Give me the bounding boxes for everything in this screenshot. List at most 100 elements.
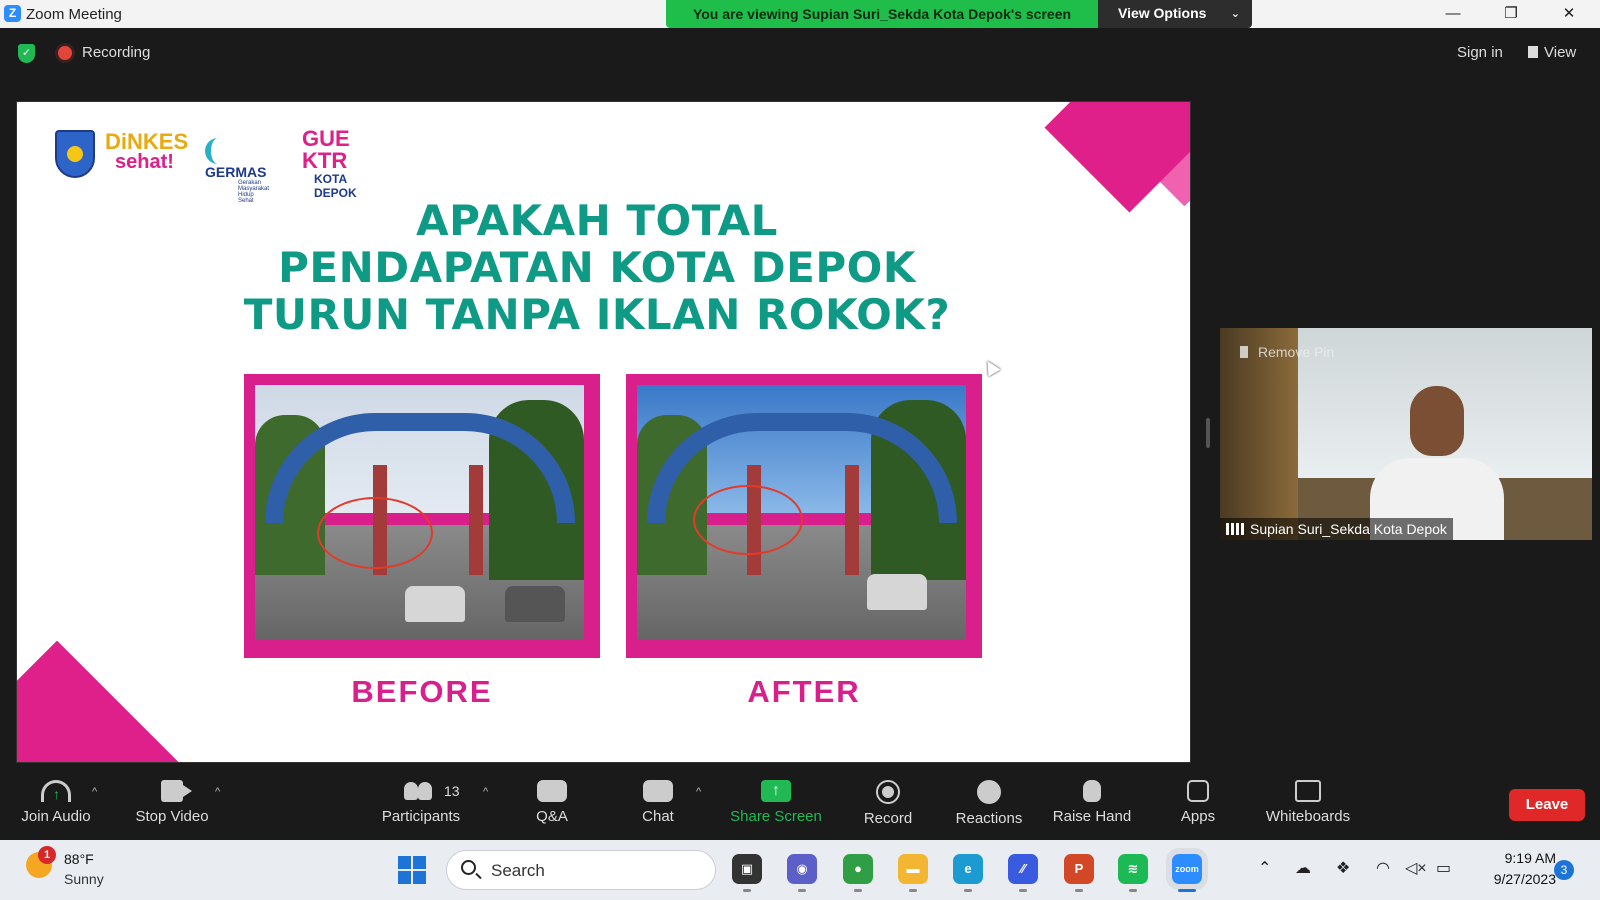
share-screen-icon: ↑ (761, 780, 791, 802)
shield-icon[interactable]: ✓ (18, 44, 35, 63)
taskbar-app-powerpoint[interactable]: P (1064, 854, 1094, 892)
onedrive-cloud-icon[interactable]: ☁ (1295, 858, 1311, 878)
video-options-caret[interactable]: ^ (215, 786, 220, 798)
weather-badge: 1 (38, 846, 56, 864)
taskbar-app-file-explorer[interactable]: ▬ (898, 854, 928, 892)
meet-icon: ◉ (796, 861, 808, 876)
taskbar-app-spotify[interactable]: ≋ (1118, 854, 1148, 892)
chevron-up-icon[interactable]: ⌃ (1258, 858, 1271, 878)
layout-icon (1528, 46, 1538, 58)
before-photo (244, 374, 600, 658)
slide-title-line: PENDAPATAN KOTA DEPOK (278, 243, 916, 292)
leave-button[interactable]: Leave (1509, 789, 1585, 821)
decor-corner (1044, 102, 1190, 213)
powerpoint-icon: P (1074, 861, 1084, 876)
clock-date[interactable]: 9/27/2023 (1466, 871, 1556, 887)
view-options-button[interactable]: View Options ⌄ (1098, 0, 1252, 28)
running-indicator (743, 889, 751, 892)
view-button[interactable]: View (1528, 44, 1576, 61)
panel-resize-handle[interactable] (1206, 418, 1210, 448)
notification-badge[interactable]: 3 (1554, 860, 1574, 880)
view-options-label: View Options (1118, 5, 1207, 21)
shared-screen-slide: DiNKES sehat! GERMAS Gerakan Masyarakat … (16, 101, 1191, 763)
participant-video (1362, 386, 1512, 540)
taskbar-app-meet[interactable]: ◉ (787, 854, 817, 892)
task-view-icon: ▣ (740, 861, 754, 876)
after-photo (626, 374, 982, 658)
minimize-button[interactable]: — (1430, 2, 1476, 26)
recording-icon[interactable] (58, 46, 72, 60)
wifi-icon[interactable]: ◠ (1376, 858, 1390, 878)
qa-icon (537, 780, 567, 802)
running-indicator (1075, 889, 1083, 892)
meeting-toolbar: Join Audio ^ Stop Video ^ Participants 1… (0, 772, 1600, 840)
taskbar-search-box[interactable]: Search (446, 850, 716, 890)
decor-corner (17, 640, 199, 762)
remove-pin-button[interactable]: Remove Pin (1240, 344, 1334, 360)
join-audio-button[interactable]: Join Audio (18, 772, 94, 825)
kota-depok-seal-logo (55, 130, 95, 178)
edge-icon: e (964, 861, 972, 876)
participants-count: 13 (444, 783, 460, 799)
battery-icon[interactable]: ▭ (1436, 858, 1451, 878)
zoom-logo-icon: Z (4, 5, 21, 22)
taskbar-app-edge[interactable]: e (953, 854, 983, 892)
taskbar-app-chrome[interactable]: ● (843, 854, 873, 892)
share-screen-button[interactable]: ↑ Share Screen (730, 772, 822, 825)
windows-start-button[interactable] (398, 856, 426, 884)
record-button[interactable]: Record (861, 772, 915, 827)
highlight-circle (317, 497, 433, 569)
record-icon (876, 780, 900, 804)
speaker-muted-icon[interactable]: ◁× (1405, 858, 1427, 878)
running-indicator (1019, 889, 1027, 892)
dropbox-icon[interactable]: ❖ (1336, 858, 1350, 878)
clock-time[interactable]: 9:19 AM (1478, 850, 1556, 866)
search-icon (461, 860, 476, 875)
window-title-bar: Z Zoom Meeting You are viewing Supian Su… (0, 0, 1600, 28)
audio-options-caret[interactable]: ^ (92, 786, 97, 798)
mouse-pointer-icon (981, 357, 1001, 377)
apps-button[interactable]: Apps (1176, 772, 1220, 825)
weather-condition[interactable]: Sunny (64, 871, 104, 887)
after-caption: AFTER (747, 674, 861, 709)
taskbar-app-task-view[interactable]: ▣ (732, 854, 762, 892)
gue-ktr-logo: GUE KTR KOTA DEPOK (302, 126, 357, 201)
running-indicator (1178, 889, 1196, 892)
view-label: View (1544, 44, 1577, 61)
running-indicator (964, 889, 972, 892)
sign-in-link[interactable]: Sign in (1457, 44, 1503, 61)
raise-hand-button[interactable]: Raise Hand (1052, 772, 1132, 825)
running-indicator (909, 889, 917, 892)
taskbar-app-zoom[interactable]: zoom (1172, 854, 1202, 892)
hand-icon (1083, 780, 1101, 802)
search-placeholder: Search (491, 861, 545, 880)
whiteboards-button[interactable]: Whiteboards (1262, 772, 1354, 825)
spotify-icon: ≋ (1127, 861, 1139, 876)
chat-button[interactable]: Chat (636, 772, 680, 825)
highlight-circle (693, 485, 803, 555)
weather-temperature[interactable]: 88°F (64, 851, 94, 867)
participant-video-tile[interactable]: Remove Pin Supian Suri_Sekda Kota Depok (1220, 328, 1592, 540)
recording-label: Recording (82, 44, 151, 61)
participants-options-caret[interactable]: ^ (483, 786, 488, 798)
close-button[interactable]: ✕ (1546, 2, 1592, 26)
stop-video-button[interactable]: Stop Video (132, 772, 212, 825)
before-caption: BEFORE (351, 674, 493, 709)
qa-button[interactable]: Q&A (528, 772, 576, 825)
apps-icon (1187, 780, 1209, 802)
slide-title-line: APAKAH TOTAL (416, 196, 778, 245)
participants-icon (404, 780, 434, 802)
slide-title: APAKAH TOTAL PENDAPATAN KOTA DEPOK TURUN… (217, 197, 977, 338)
restore-button[interactable]: ❐ (1488, 2, 1534, 26)
chat-icon (643, 780, 673, 802)
file-explorer-icon: ▬ (906, 861, 920, 876)
running-indicator (854, 889, 862, 892)
chrome-icon: ● (854, 861, 862, 876)
chat-options-caret[interactable]: ^ (696, 786, 701, 798)
running-indicator (1129, 889, 1137, 892)
germas-logo: GERMAS Gerakan Masyarakat Hidup Sehat (205, 138, 269, 204)
headphone-icon (41, 780, 71, 802)
camera-icon (161, 780, 192, 802)
taskbar-app-app-blue[interactable]: ∕∕ (1008, 854, 1038, 892)
reactions-button[interactable]: Reactions (951, 772, 1027, 827)
